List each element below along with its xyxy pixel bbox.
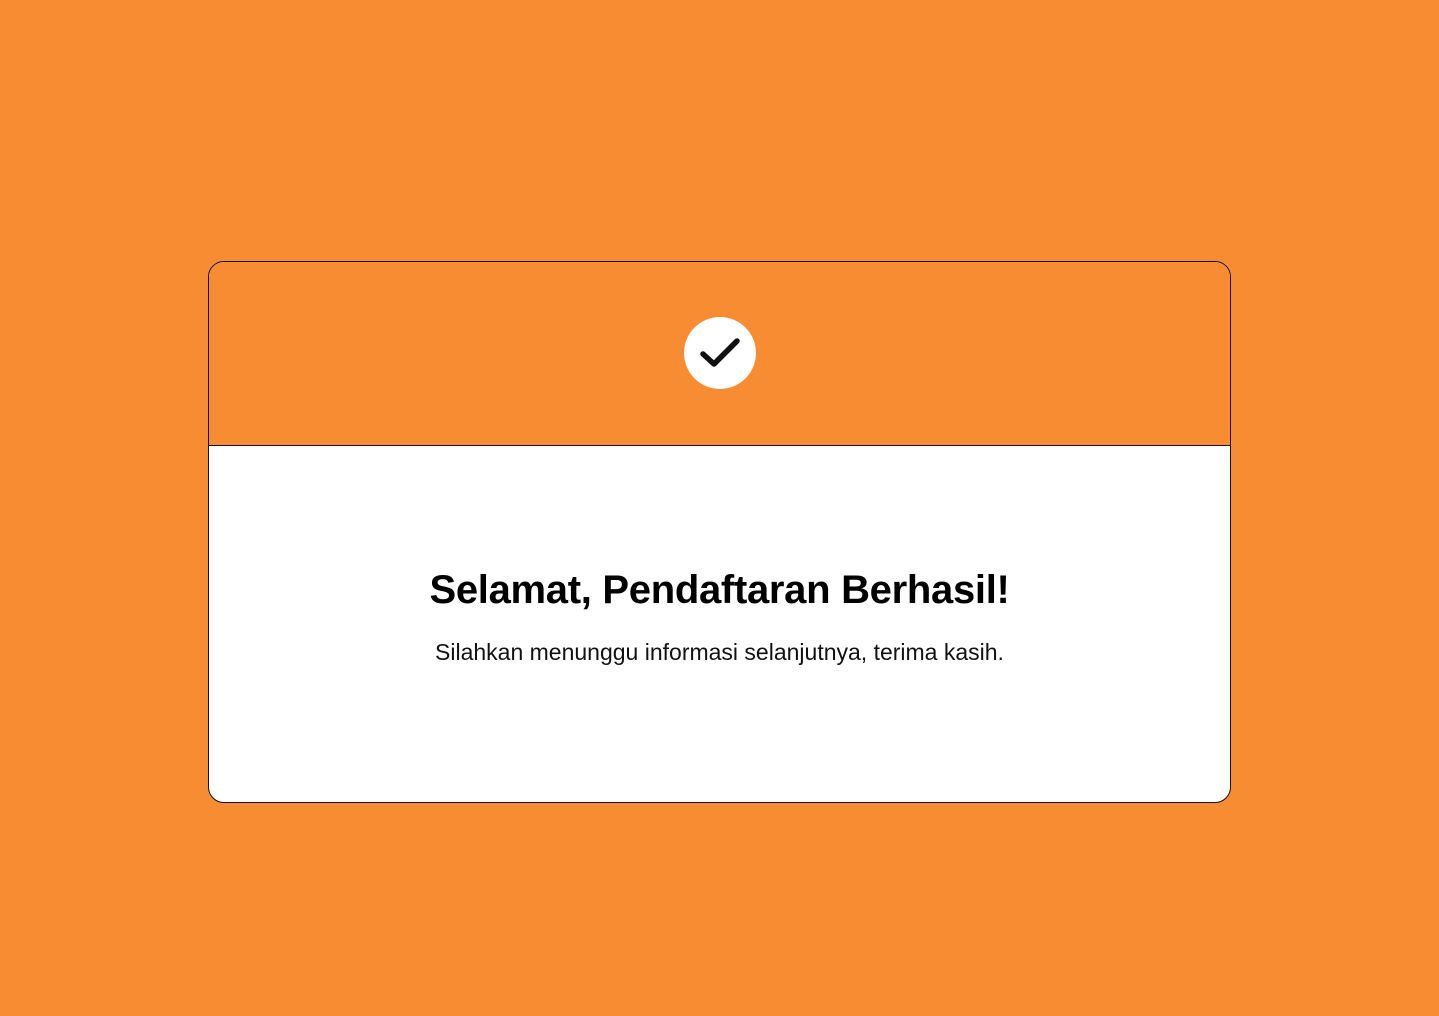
page-background: { "colors": { "background": "#F78C33", "… <box>0 0 1439 1016</box>
success-card-header <box>209 262 1230 446</box>
success-badge <box>684 317 756 389</box>
success-card: Selamat, Pendaftaran Berhasil! Silahkan … <box>208 261 1231 803</box>
check-icon <box>700 338 740 367</box>
success-message: Silahkan menunggu informasi selanjutnya,… <box>435 639 1004 665</box>
success-card-body: Selamat, Pendaftaran Berhasil! Silahkan … <box>209 446 1230 802</box>
success-title: Selamat, Pendaftaran Berhasil! <box>429 568 1010 612</box>
